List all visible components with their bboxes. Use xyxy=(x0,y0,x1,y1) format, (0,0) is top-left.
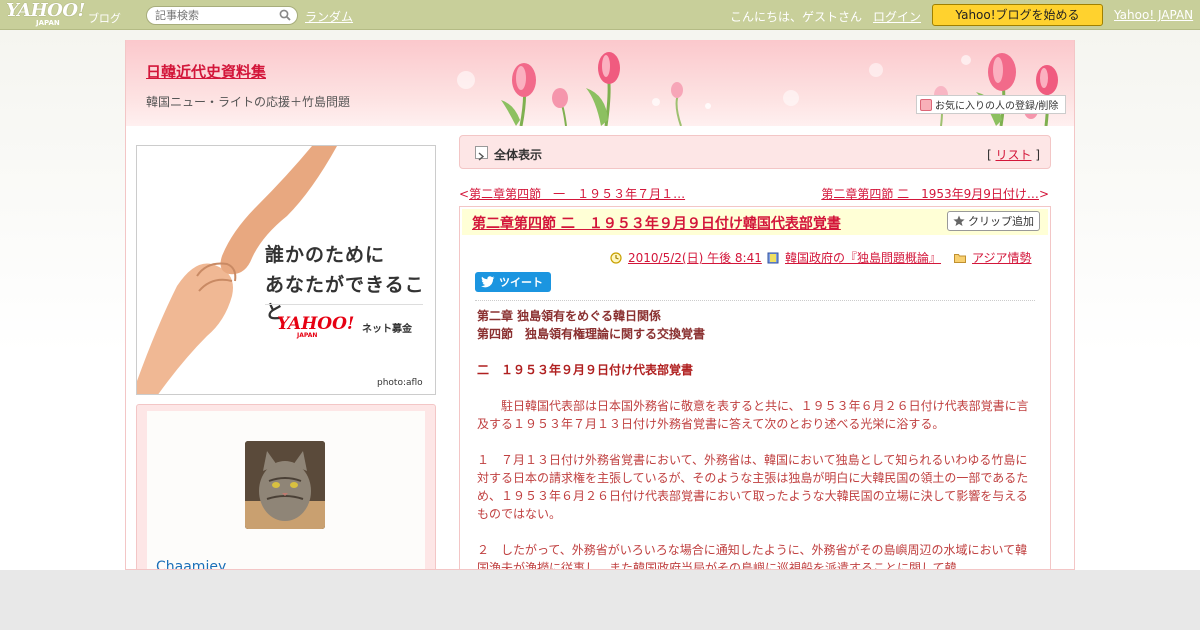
article-date-link[interactable]: 2010/5/2(日) 午後 8:41 xyxy=(628,249,762,266)
logo-japan-text: JAPAN xyxy=(36,19,60,27)
start-blog-button[interactable]: Yahoo!ブログを始める xyxy=(932,4,1103,26)
login-link[interactable]: ログイン xyxy=(873,8,921,25)
list-link-wrapper: [ リスト ] xyxy=(987,146,1040,163)
blog-description: 韓国ニュー・ライトの応援＋竹島問題 xyxy=(146,95,351,109)
article-title[interactable]: 第二章第四節 二 １９５３年９月９日付け韓国代表部覚書 xyxy=(472,213,841,233)
view-mode-bar: 全体表示 [ リスト ] xyxy=(459,135,1051,169)
next-article-nav: 第二章第四節 二 1953年9月9日付け…> xyxy=(821,185,1049,202)
prev-marker: < xyxy=(459,187,470,201)
body-heading-section: 第四節 独島領有権理論に関する交換覚書 xyxy=(477,327,706,341)
view-all-label: 全体表示 xyxy=(494,148,543,162)
main-container: 日韓近代史資料集 韓国ニュー・ライトの応援＋竹島問題 お気に入りの人の登録/削除… xyxy=(125,40,1075,570)
favorite-register-label: お気に入りの人の登録/削除 xyxy=(935,101,1059,112)
blog-title[interactable]: 日韓近代史資料集 xyxy=(146,61,266,82)
article-folder: アジア情勢 xyxy=(954,249,1032,266)
expand-icon xyxy=(475,146,488,161)
banner-yahoo-logo: YAHOO! xyxy=(277,314,355,334)
donation-banner[interactable]: 誰かのために あなたができること YAHOO! JAPAN ネット募金 phot… xyxy=(136,145,436,395)
yahoo-blog-logo[interactable]: YAHOO! JAPAN ブログ xyxy=(6,0,121,27)
clock-icon xyxy=(610,251,622,264)
list-bracket-close: ] xyxy=(1031,148,1040,162)
next-marker: > xyxy=(1038,187,1049,201)
profile-panel: Chaamiey xyxy=(136,404,436,569)
banner-divider xyxy=(265,304,423,305)
banner-photo-credit: photo:aflo xyxy=(377,378,423,388)
article-body: 第二章 独島領有をめぐる韓日関係 第四節 独島領有権理論に関する交換覚書 二 １… xyxy=(477,307,1037,570)
banner-service-label: ネット募金 xyxy=(362,324,412,335)
article-date: 2010/5/2(日) 午後 8:41 xyxy=(610,249,762,266)
greeting-text: こんにちは、ゲストさん xyxy=(730,10,863,24)
banner-line1: 誰かのために xyxy=(265,244,386,266)
search-input[interactable] xyxy=(146,6,298,25)
profile-name[interactable]: Chaamiey xyxy=(156,559,226,569)
favorite-register-button[interactable]: お気に入りの人の登録/削除 xyxy=(916,95,1066,114)
profile-inner: Chaamiey xyxy=(147,411,425,569)
book-icon xyxy=(767,252,779,263)
logo-main-text: YAHOO! xyxy=(6,0,85,21)
prev-article-nav: <第二章第四節 一 １９５３年７月１… xyxy=(459,185,685,202)
random-link[interactable]: ランダム xyxy=(305,8,353,25)
logo-sub-text: ブログ xyxy=(87,12,121,25)
list-link[interactable]: リスト xyxy=(995,148,1031,162)
yahoo-japan-link[interactable]: Yahoo! JAPAN xyxy=(1114,8,1193,22)
tweet-button[interactable]: ツイート xyxy=(475,272,551,292)
body-subsection-title: 二 １９５３年９月９日付け代表部覚書 xyxy=(477,363,694,377)
body-heading-chapter: 第二章 独島領有をめぐる韓日関係 xyxy=(477,309,661,323)
article-folder-link[interactable]: アジア情勢 xyxy=(972,249,1032,266)
blog-header: 日韓近代史資料集 韓国ニュー・ライトの応援＋竹島問題 お気に入りの人の登録/削除 xyxy=(126,40,1074,126)
top-bar: YAHOO! JAPAN ブログ ランダム こんにちは、ゲストさん ログイン Y… xyxy=(0,0,1200,30)
article-category-link[interactable]: 韓国政府の『独島問題概論』 xyxy=(785,249,941,266)
body-paragraph-1: 駐日韓国代表部は日本国外務省に敬意を表すると共に、１９５３年６月２６日付け代表部… xyxy=(477,399,1029,431)
next-article-link[interactable]: 第二章第四節 二 1953年9月9日付け… xyxy=(821,187,1039,201)
article-header: 第二章第四節 二 １９５３年９月９日付け韓国代表部覚書 クリップ追加 xyxy=(462,209,1048,235)
avatar[interactable] xyxy=(245,441,325,529)
body-paragraph-2: １ ７月１３日付け外務省覚書において、外務省は、韓国において独島として知られるい… xyxy=(477,453,1029,521)
twitter-bird-icon xyxy=(481,276,495,288)
article-divider xyxy=(475,300,1035,301)
prev-article-link[interactable]: 第二章第四節 一 １９５３年７月１… xyxy=(469,187,685,201)
folder-icon xyxy=(954,253,966,263)
clip-add-label: クリップ追加 xyxy=(968,215,1034,228)
heart-icon xyxy=(920,98,932,111)
body-paragraph-3: ２ したがって、外務省がいろいろな場合に通知したように、外務省がその島嶼周辺の水… xyxy=(477,543,1028,570)
tweet-label: ツイート xyxy=(499,276,543,289)
cat-avatar-image xyxy=(245,441,325,529)
banner-yahoo-japan: JAPAN xyxy=(297,332,318,339)
article-category: 韓国政府の『独島問題概論』 xyxy=(767,249,941,266)
clip-add-button[interactable]: クリップ追加 xyxy=(947,211,1040,231)
article: 第二章第四節 二 １９５３年９月９日付け韓国代表部覚書 クリップ追加 2010/… xyxy=(459,206,1051,570)
star-icon xyxy=(953,215,965,226)
search-icon[interactable] xyxy=(279,9,291,21)
